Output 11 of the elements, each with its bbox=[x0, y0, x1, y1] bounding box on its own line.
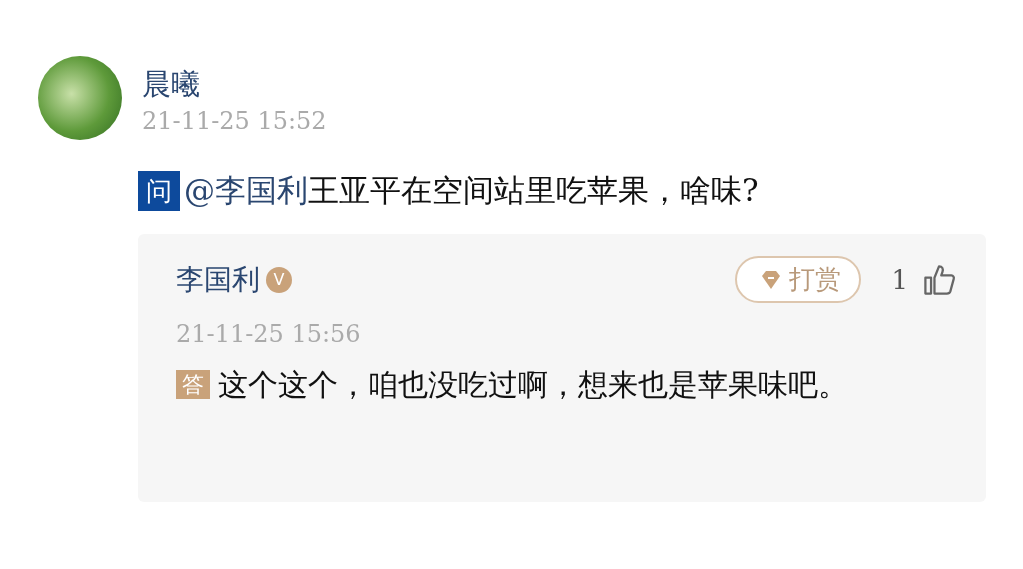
mention-link[interactable]: @李国利 bbox=[184, 172, 308, 208]
post-time: 21-11-25 15:52 bbox=[142, 106, 327, 137]
question-text: @李国利王亚平在空间站里吃苹果，啥味? bbox=[184, 171, 759, 210]
author-name[interactable]: 晨曦 bbox=[142, 64, 327, 104]
like-count: 1 bbox=[891, 264, 908, 295]
thumbs-up-icon[interactable] bbox=[922, 262, 956, 297]
question-badge: 问 bbox=[138, 171, 180, 211]
author-name[interactable]: 李国利 bbox=[176, 260, 260, 299]
answer-time: 21-11-25 15:56 bbox=[176, 319, 362, 350]
answer-badge: 答 bbox=[176, 370, 210, 399]
verified-badge: V bbox=[266, 266, 292, 293]
